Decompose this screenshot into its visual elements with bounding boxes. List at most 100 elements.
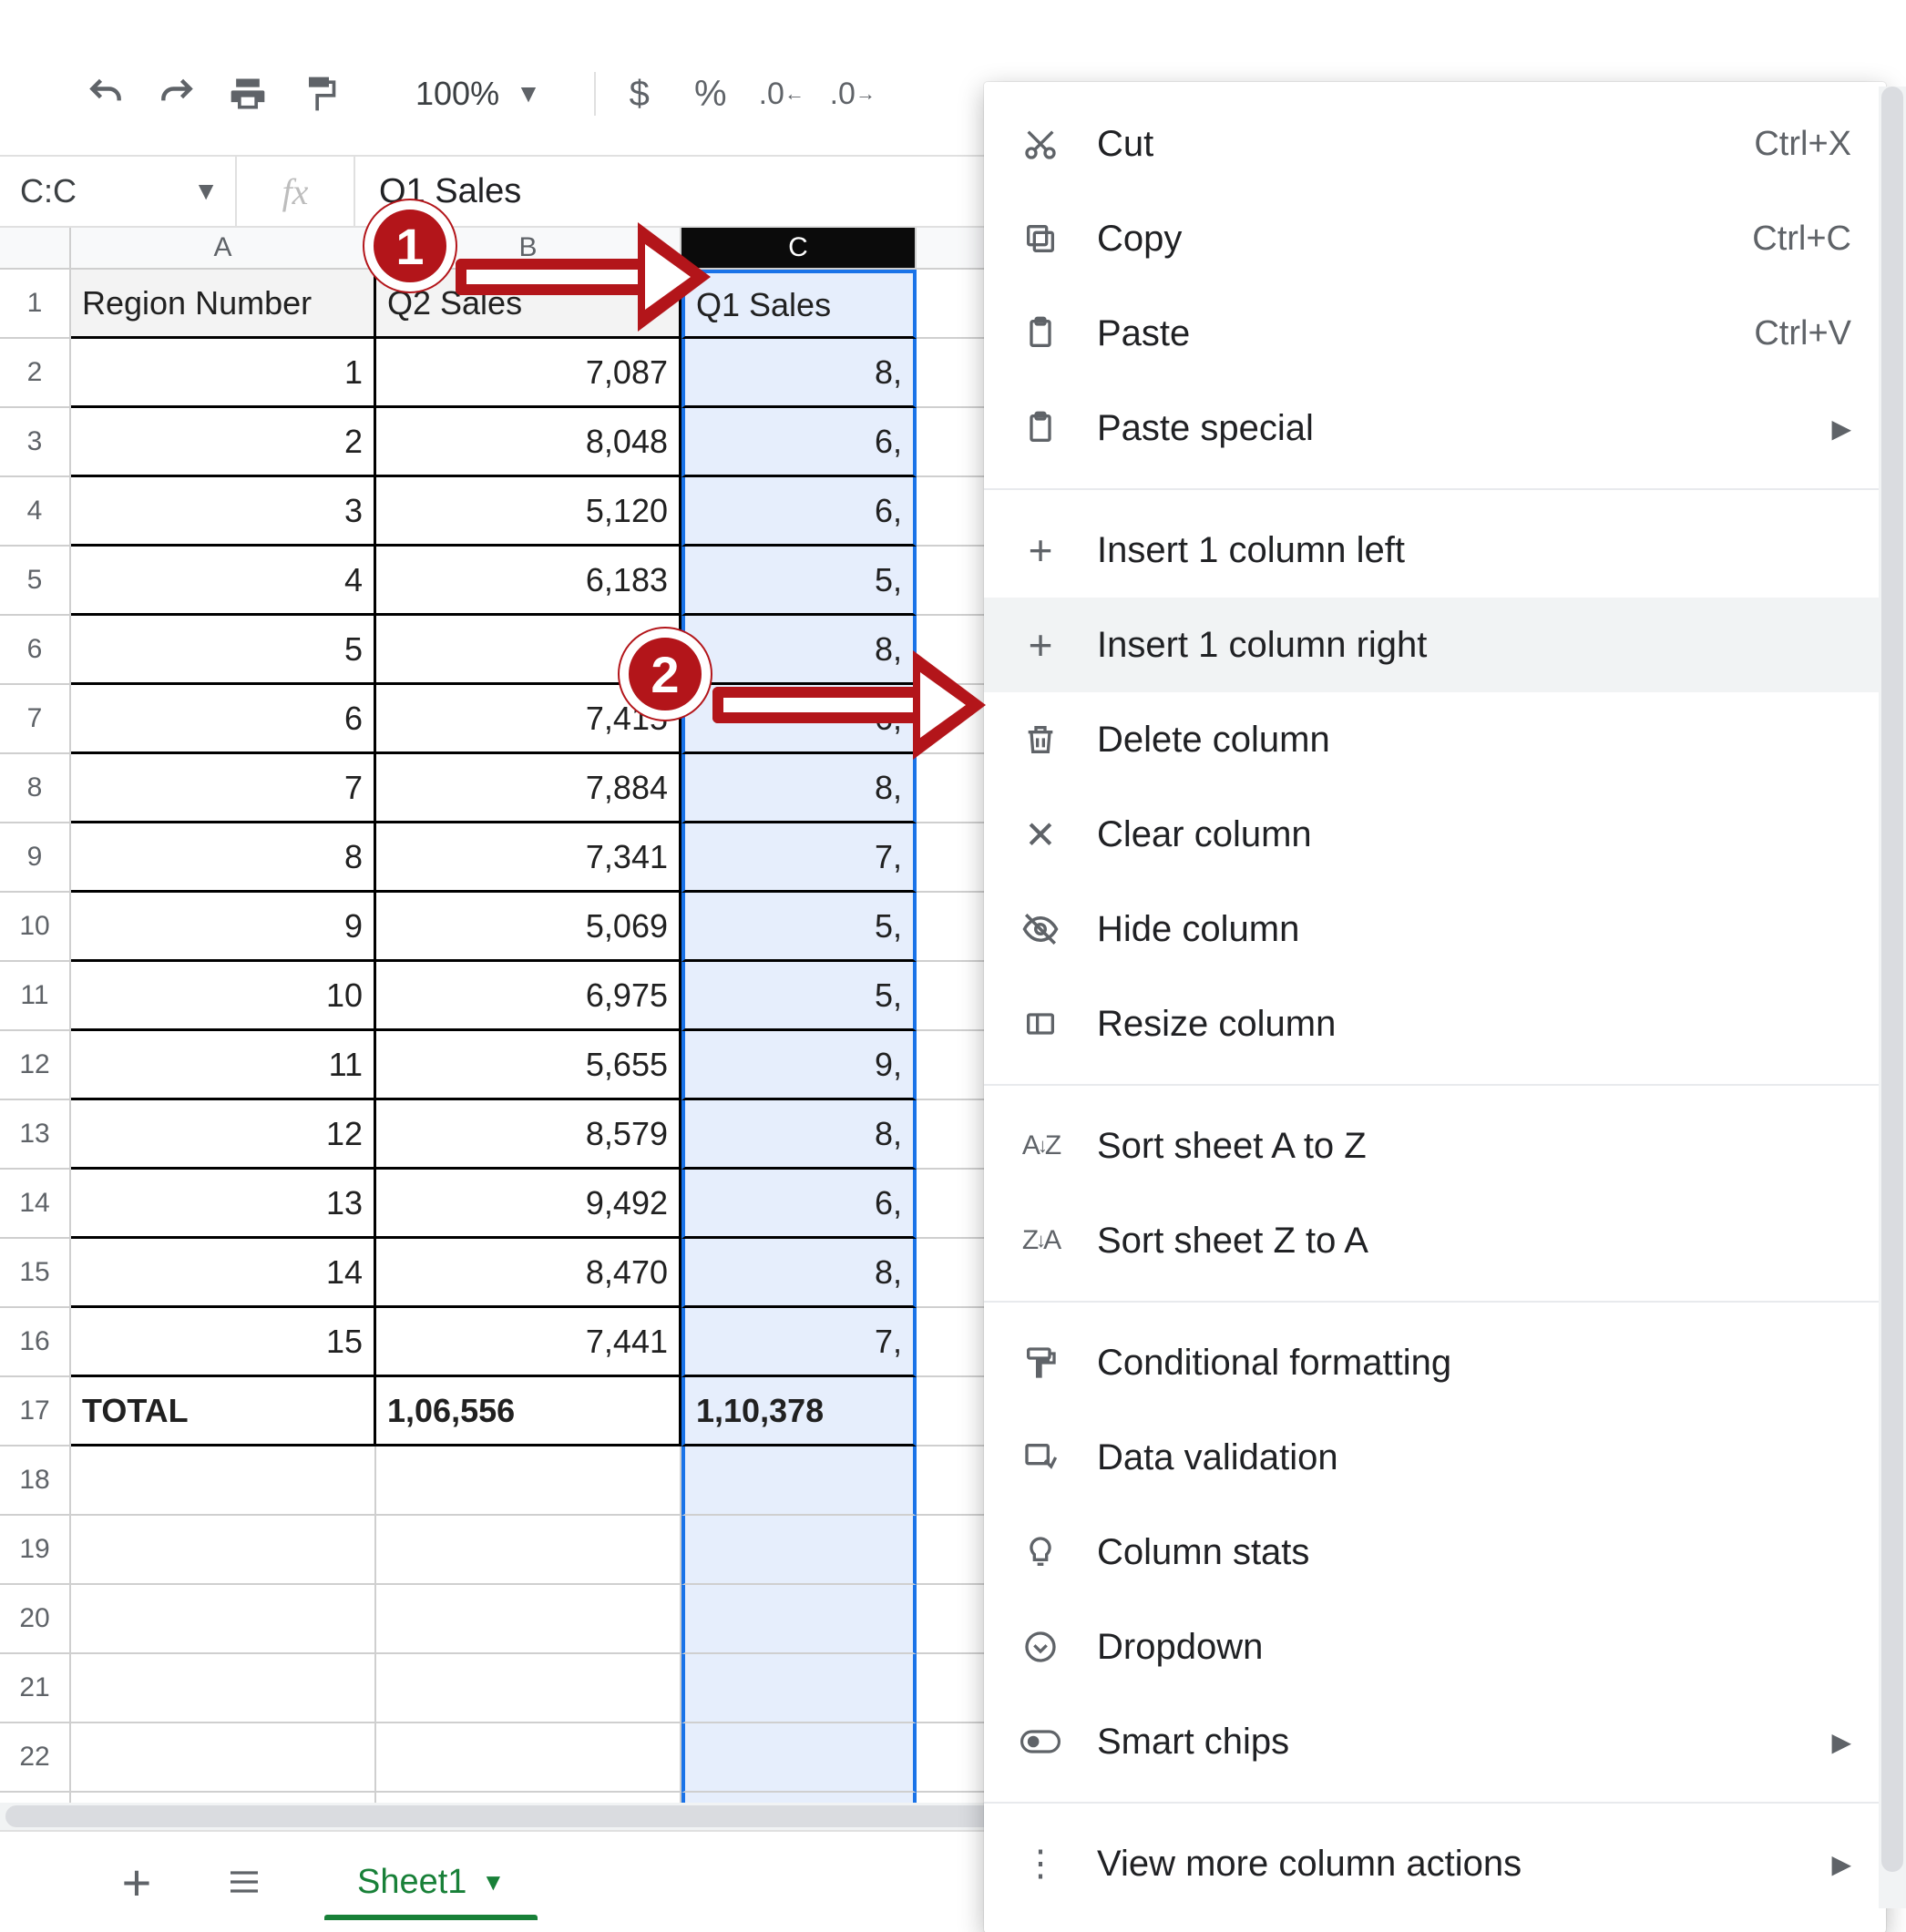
sheet-tab[interactable]: Sheet1 ▼ [324,1847,538,1917]
cell[interactable]: 14 [71,1239,376,1308]
cell[interactable]: 9, [681,1031,917,1100]
cell[interactable]: 15 [71,1308,376,1377]
cell[interactable]: 4 [71,547,376,616]
cell[interactable]: 7,441 [376,1308,681,1377]
print-button[interactable] [220,66,275,121]
row-header[interactable]: 7 [0,685,71,754]
vertical-scrollbar[interactable] [1879,87,1906,1908]
ctx-insert-col-left[interactable]: + Insert 1 column left [984,503,1886,598]
cell[interactable]: 13 [71,1170,376,1239]
cell-total-B[interactable]: 1,06,556 [376,1377,681,1446]
row-header[interactable]: 19 [0,1516,71,1585]
ctx-hide-col[interactable]: Hide column [984,882,1886,976]
cell[interactable] [681,1516,917,1585]
cell[interactable] [376,1654,681,1723]
ctx-insert-col-right[interactable]: + Insert 1 column right [984,598,1886,692]
row-header[interactable]: 2 [0,339,71,408]
ctx-resize-col[interactable]: Resize column [984,976,1886,1071]
ctx-paste-special[interactable]: Paste special ▶ [984,381,1886,475]
cell[interactable]: 7,884 [376,754,681,823]
row-header[interactable]: 16 [0,1308,71,1377]
cell[interactable]: 5,120 [376,477,681,547]
cell[interactable] [71,1516,376,1585]
col-header-C[interactable]: C [681,228,917,270]
cell[interactable]: 6, [681,477,917,547]
cell[interactable]: 9 [71,893,376,962]
row-header[interactable]: 18 [0,1446,71,1516]
cell[interactable] [681,1446,917,1516]
cell[interactable]: 12 [71,1100,376,1170]
row-header[interactable]: 4 [0,477,71,547]
col-header-A[interactable]: A [71,228,376,270]
ctx-data-validation[interactable]: Data validation [984,1410,1886,1505]
cell[interactable]: 9,492 [376,1170,681,1239]
scrollbar-thumb[interactable] [1881,87,1903,1872]
cell[interactable]: 5,655 [376,1031,681,1100]
zoom-dropdown[interactable]: 100% ▼ [415,75,541,113]
row-header[interactable]: 21 [0,1654,71,1723]
cell[interactable]: 8, [681,1100,917,1170]
cell[interactable]: 6, [681,1170,917,1239]
cell[interactable] [376,1516,681,1585]
cell[interactable] [71,1723,376,1793]
cell[interactable]: 8, [681,1239,917,1308]
ctx-column-stats[interactable]: Column stats [984,1505,1886,1600]
cell[interactable]: 6,183 [376,547,681,616]
cell[interactable]: 5, [681,962,917,1031]
ctx-paste[interactable]: Paste Ctrl+V [984,286,1886,381]
cell[interactable]: 5, [681,547,917,616]
cell[interactable]: 7, [681,823,917,893]
ctx-sort-az[interactable]: A↓Z Sort sheet A to Z [984,1099,1886,1193]
currency-format-button[interactable]: $ [612,66,667,121]
row-header[interactable]: 9 [0,823,71,893]
ctx-sort-za[interactable]: Z↓A Sort sheet Z to A [984,1193,1886,1288]
cell[interactable]: Region Number [71,270,376,339]
cell-total-C[interactable]: 1,10,378 [681,1377,917,1446]
redo-button[interactable] [149,66,204,121]
cell[interactable]: 8 [71,823,376,893]
row-header[interactable]: 22 [0,1723,71,1793]
row-header[interactable]: 13 [0,1100,71,1170]
cell[interactable]: Q1 Sales [681,270,917,339]
cell[interactable]: 7,087 [376,339,681,408]
cell[interactable]: 8,470 [376,1239,681,1308]
cell[interactable] [376,1723,681,1793]
increase-decimal-button[interactable]: .0→ [825,66,880,121]
row-header[interactable]: 5 [0,547,71,616]
cell[interactable] [681,1585,917,1654]
cell[interactable] [681,1723,917,1793]
cell[interactable]: 8,048 [376,408,681,477]
ctx-more-actions[interactable]: ⋮ View more column actions ▶ [984,1816,1886,1911]
percent-format-button[interactable]: % [683,66,738,121]
add-sheet-button[interactable]: + [109,1855,164,1909]
cell[interactable] [71,1585,376,1654]
all-sheets-button[interactable] [217,1855,272,1909]
cell[interactable]: 8, [681,754,917,823]
cell[interactable]: 6, [681,408,917,477]
decrease-decimal-button[interactable]: .0← [754,66,809,121]
row-header[interactable]: 20 [0,1585,71,1654]
cell[interactable] [71,1654,376,1723]
ctx-dropdown[interactable]: Dropdown [984,1600,1886,1694]
ctx-clear-col[interactable]: ✕ Clear column [984,787,1886,882]
cell[interactable]: 5,069 [376,893,681,962]
row-header[interactable]: 15 [0,1239,71,1308]
cell[interactable]: 10 [71,962,376,1031]
ctx-conditional-formatting[interactable]: Conditional formatting [984,1315,1886,1410]
row-header[interactable]: 14 [0,1170,71,1239]
row-header[interactable]: 12 [0,1031,71,1100]
ctx-delete-col[interactable]: Delete column [984,692,1886,787]
row-header[interactable]: 6 [0,616,71,685]
select-all-corner[interactable] [0,228,71,270]
row-header[interactable]: 1 [0,270,71,339]
cell[interactable] [681,1654,917,1723]
cell[interactable] [376,1585,681,1654]
cell[interactable]: 5, [681,893,917,962]
row-header[interactable]: 11 [0,962,71,1031]
cell[interactable]: 8,579 [376,1100,681,1170]
cell[interactable]: 7,341 [376,823,681,893]
cell[interactable]: 3 [71,477,376,547]
cell[interactable] [71,1446,376,1516]
cell[interactable]: 7 [71,754,376,823]
cell[interactable]: 6,975 [376,962,681,1031]
